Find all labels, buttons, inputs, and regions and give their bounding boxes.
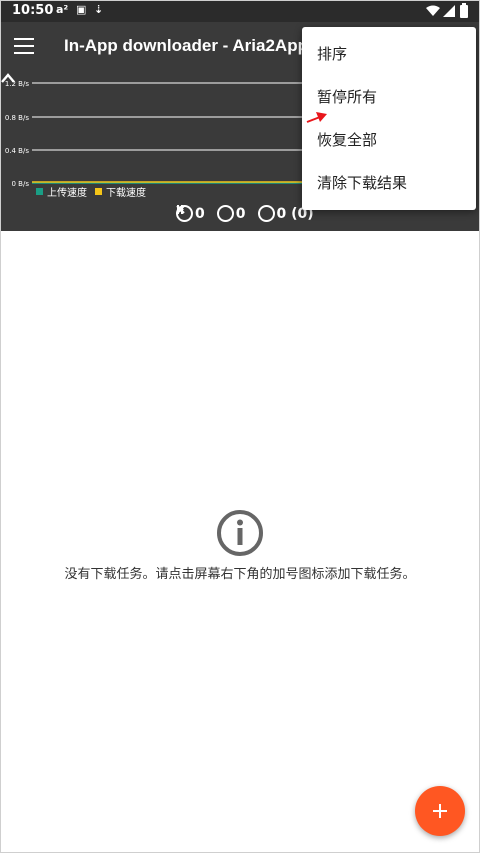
y-tick-label: 0 B/s [12, 180, 30, 188]
status-time: 10:50 [12, 3, 54, 18]
info-icon [217, 510, 263, 556]
y-tick-label: 0.4 B/s [5, 147, 30, 155]
menu-item-resume-all[interactable]: 恢复全部 [302, 119, 476, 161]
a2-icon: a² [56, 3, 69, 16]
annotation-arrow-icon [306, 112, 327, 123]
counter-paused-value: 0 [235, 205, 246, 222]
menu-item-clear-results[interactable]: 清除下载结果 [302, 162, 476, 204]
add-download-button[interactable] [415, 786, 465, 836]
counter-active-value: 0 [195, 205, 205, 222]
legend-item-upload: 上传速度 [36, 184, 87, 199]
legend-label-upload: 上传速度 [47, 188, 87, 199]
signal-icon [443, 5, 455, 17]
status-bar: 10:50 a² ▣ ⇣ [0, 0, 480, 22]
menu-icon[interactable] [14, 38, 34, 54]
pause-icon [177, 205, 234, 222]
chevron-up-icon[interactable] [0, 72, 16, 84]
wifi-icon [426, 5, 440, 16]
y-tick-label: 0.8 B/s [5, 114, 30, 122]
cancel-icon [176, 205, 275, 222]
chart-legend: 上传速度 下载速度 [36, 184, 154, 199]
legend-swatch-upload [36, 188, 43, 195]
legend-swatch-download [95, 188, 102, 195]
empty-state-message: 没有下载任务。请点击屏幕右下角的加号图标添加下载任务。 [64, 567, 416, 582]
font-icon: ▣ [76, 3, 87, 16]
overflow-menu: 排序 暂停所有 恢复全部 清除下载结果 [302, 27, 476, 210]
legend-item-download: 下载速度 [95, 184, 146, 199]
download-arrow-icon: ⇣ [94, 3, 104, 16]
app-title: In-App downloader - Aria2App [64, 36, 308, 55]
menu-item-pause-all[interactable]: 暂停所有 [302, 76, 476, 118]
battery-icon [460, 3, 468, 18]
counter-paused: 0 [177, 205, 246, 222]
menu-item-sort[interactable]: 排序 [302, 33, 476, 75]
legend-label-download: 下载速度 [106, 188, 146, 199]
